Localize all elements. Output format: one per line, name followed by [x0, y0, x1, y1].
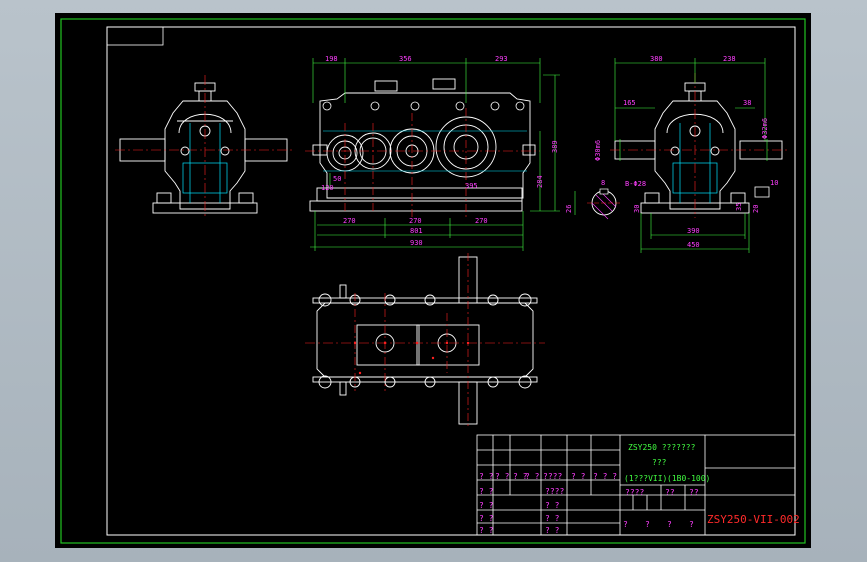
title-subtitle: ??? [652, 458, 667, 467]
title-ratio-note: (1B0-100) [667, 474, 710, 483]
drawing-sheet: 198 356 293 270 270 270 801 930 395 50 1… [55, 13, 811, 548]
tb-bottom-4: ? [689, 520, 694, 529]
front-centerlines [305, 108, 540, 218]
top-view [312, 256, 538, 425]
outer-border [60, 18, 806, 544]
tb-row-1: ? ? [479, 472, 494, 481]
front-dim-top-1: 198 [325, 55, 338, 63]
front-dim-base-height: 284 [536, 175, 544, 188]
tb-bottom-3: ? [667, 520, 672, 529]
front-dim-top-2: 356 [399, 55, 412, 63]
tb-left-1: ? ? [479, 487, 494, 496]
front-dim-bottom-3: 270 [475, 217, 488, 225]
right-side-view [614, 82, 783, 214]
corner-box [106, 26, 164, 46]
section-dim: 26 [565, 205, 573, 213]
tb-row-5: ???? [543, 472, 562, 481]
section-label: B-Φ28 [625, 180, 646, 188]
right-dim-total-width: 450 [687, 241, 700, 249]
tb-left-3: ? ? [479, 514, 494, 523]
title-mark-a: ???? [625, 488, 644, 497]
front-dim-left-offset: 50 [333, 175, 341, 183]
tb-row-6: ? ? [571, 472, 586, 481]
right-dim-lines [614, 58, 768, 253]
front-dim-small: 120 [321, 184, 334, 192]
key-detail [754, 186, 770, 198]
left-centerlines [115, 75, 295, 218]
title-mark-c: ?? [689, 488, 699, 497]
right-dim-top-2: 238 [723, 55, 736, 63]
cad-drawing: 198 356 293 270 270 270 801 930 395 50 1… [60, 18, 806, 544]
tb-mid-4: ? ? [545, 526, 560, 535]
front-dim-top-3: 293 [495, 55, 508, 63]
front-dim-height: 389 [551, 140, 559, 153]
title-product: ZSY250 ??????? [628, 443, 696, 452]
tb-row-2: ? ? [495, 472, 510, 481]
front-dim-overall: 801 [410, 227, 423, 235]
right-shaft-right: Φ32m6 [761, 118, 769, 139]
tb-bottom-2: ? [645, 520, 650, 529]
title-mark-b: ?? [665, 488, 675, 497]
right-centerlines [610, 73, 790, 218]
front-dim-right-offset: 395 [465, 182, 478, 190]
top-centerlines [305, 253, 545, 428]
tb-mid-2: ? ? [545, 501, 560, 510]
tb-mid-3: ? ? [545, 514, 560, 523]
right-dim-left-offset: 165 [623, 99, 636, 107]
key-height: 20 [752, 205, 760, 213]
front-dim-bottom-1: 270 [343, 217, 356, 225]
title-scale-note: (1???VII) [624, 474, 667, 483]
front-dim-bottom-2: 270 [409, 217, 422, 225]
front-bolts [322, 101, 525, 111]
tb-row-4: ? ? [525, 472, 540, 481]
tb-bottom-1: ? [623, 520, 628, 529]
right-dim-right-offset: 38 [743, 99, 751, 107]
front-dim-total: 930 [410, 239, 423, 247]
front-view [309, 78, 536, 212]
section-view [574, 188, 621, 220]
tb-left-4: ? ? [479, 526, 494, 535]
front-gears [326, 116, 497, 178]
right-dim-top-1: 380 [650, 55, 663, 63]
drawing-frame [106, 26, 796, 536]
top-markers [353, 341, 470, 375]
tb-mid-1: ???? [545, 487, 564, 496]
left-side-view [119, 82, 288, 214]
section-small-dim: 30 [633, 205, 641, 213]
drawing-number: ZSY250-VII-002 [707, 513, 800, 526]
right-dim-shaft: 35 [735, 203, 743, 211]
section-keyway-width: 8 [601, 179, 605, 187]
right-dim-base-width: 390 [687, 227, 700, 235]
right-shaft-left: Φ30m6 [594, 140, 602, 161]
key-depth: 10 [770, 179, 778, 187]
tb-left-2: ? ? [479, 501, 494, 510]
tb-row-7: ? ? ? [593, 472, 617, 481]
